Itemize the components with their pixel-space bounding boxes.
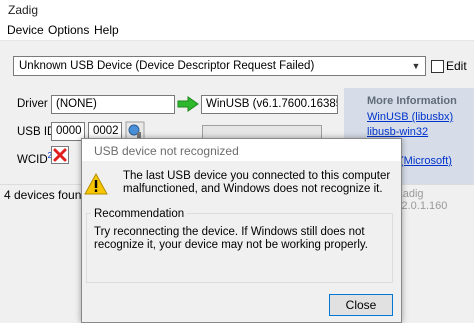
vid-field[interactable]: 0000 — [51, 122, 85, 141]
menu-device[interactable]: Device — [7, 23, 44, 37]
chevron-down-icon[interactable]: ▼ — [408, 58, 424, 74]
wcid-x-icon — [51, 146, 69, 164]
edit-checkbox[interactable] — [431, 60, 444, 73]
device-select-value: Unknown USB Device (Device Descriptor Re… — [19, 60, 315, 72]
current-driver-field: (NONE) — [51, 95, 175, 114]
info-heading: More Information — [367, 95, 457, 107]
progress-bar — [202, 125, 322, 139]
title-bar — [0, 0, 474, 20]
arrow-right-icon — [177, 96, 199, 112]
link-libusb-win32[interactable]: libusb-win32 — [367, 126, 428, 138]
warning-icon — [84, 173, 108, 195]
pid-value: 0002 — [93, 125, 119, 137]
current-driver-value: (NONE) — [56, 98, 97, 110]
link-winusb[interactable]: WinUSB (libusbx) — [367, 111, 453, 123]
device-select[interactable]: Unknown USB Device (Device Descriptor Re… — [13, 56, 426, 76]
menu-help[interactable]: Help — [94, 23, 119, 37]
recommendation-title: Recommendation — [91, 208, 188, 220]
wcid-label: WCID2 — [17, 151, 52, 166]
recommendation-text: Try reconnecting the device. If Windows … — [94, 226, 369, 251]
link-microsoft[interactable]: (Microsoft) — [400, 155, 452, 167]
target-driver-value: WinUSB (v6.1.7600.16385) — [206, 98, 338, 110]
wcid-label-text: WCID — [17, 153, 48, 166]
dialog-title: USB device not recognized — [94, 144, 239, 158]
close-button[interactable]: Close — [329, 294, 393, 316]
dialog-message: The last USB device you connected to thi… — [123, 170, 391, 195]
menu-options[interactable]: Options — [48, 23, 89, 37]
vid-value: 0000 — [56, 125, 82, 137]
status-text: 4 devices found. — [4, 188, 92, 202]
app-title: Zadig — [8, 3, 39, 17]
target-driver-field[interactable]: WinUSB (v6.1.7600.16385) — [201, 95, 338, 114]
usb-id-label: USB ID — [17, 126, 56, 138]
version-text: Zadig v2.0.1.160 — [396, 188, 448, 212]
edit-label: Edit — [446, 59, 467, 73]
driver-label: Driver — [17, 98, 48, 110]
